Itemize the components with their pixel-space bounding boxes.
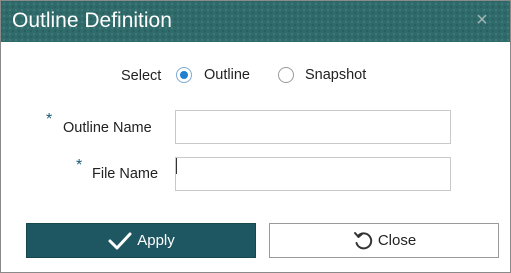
undo-icon — [352, 230, 374, 252]
apply-button-label: Apply — [137, 232, 175, 249]
outline-name-input[interactable] — [175, 110, 451, 144]
dialog-titlebar: Outline Definition × — [1, 1, 510, 42]
select-label: Select — [121, 68, 162, 84]
radio-outline[interactable] — [176, 67, 192, 83]
radio-snapshot[interactable] — [278, 67, 294, 83]
outline-definition-dialog: Outline Definition × Select Outline Snap… — [0, 0, 511, 273]
apply-button[interactable]: Apply — [26, 223, 256, 258]
dialog-title: Outline Definition — [12, 9, 172, 32]
required-marker: * — [46, 111, 53, 128]
close-icon[interactable]: × — [471, 9, 493, 31]
radio-selected-dot — [180, 71, 188, 79]
file-name-label: File Name — [92, 166, 159, 182]
required-marker: * — [76, 157, 83, 174]
text-caret — [176, 158, 177, 174]
close-button[interactable]: Close — [269, 223, 499, 258]
file-name-input[interactable] — [175, 157, 451, 191]
radio-snapshot-label[interactable]: Snapshot — [305, 66, 366, 84]
radio-outline-label[interactable]: Outline — [204, 66, 250, 84]
checkmark-icon — [107, 231, 133, 251]
outline-name-label: Outline Name — [63, 120, 152, 136]
close-button-label: Close — [377, 232, 417, 249]
